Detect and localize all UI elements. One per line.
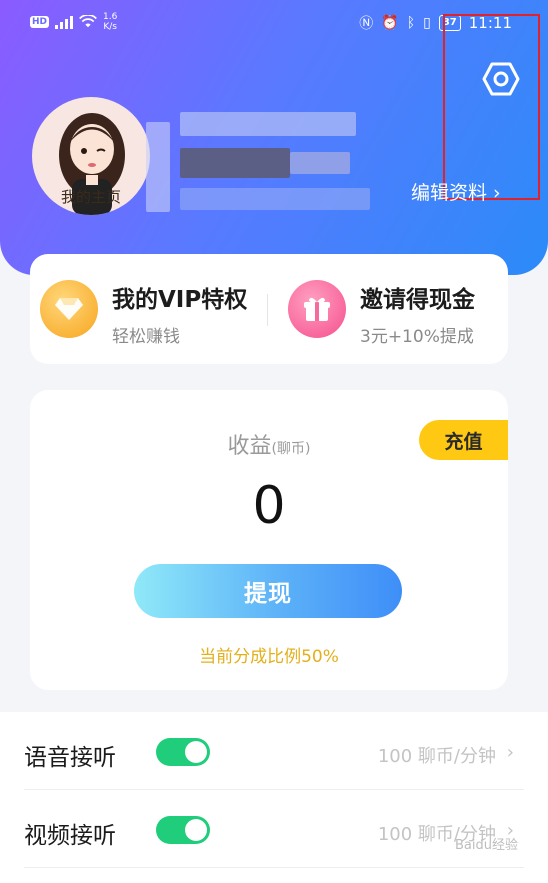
call-settings-list: 语音接听 100 聊币/分钟 › 视频接听 100 聊币/分钟 › bbox=[0, 712, 548, 883]
earnings-unit: (聊币) bbox=[271, 441, 311, 457]
vibrate-icon: ▯ bbox=[423, 15, 431, 31]
vip-subtitle: 轻松赚钱 bbox=[112, 327, 180, 347]
watermark: Baidu经验 bbox=[455, 838, 518, 853]
avatar-label: 我的主页 bbox=[60, 188, 121, 206]
benefits-card: 我的VIP特权 轻松赚钱 邀请得现金 3元+10%提成 bbox=[30, 254, 508, 364]
divider bbox=[267, 294, 268, 326]
invite-title: 邀请得现金 bbox=[360, 287, 475, 313]
wifi-icon bbox=[79, 15, 97, 28]
diamond-icon bbox=[40, 280, 98, 338]
video-answer-row: 视频接听 100 聊币/分钟 › bbox=[0, 790, 548, 868]
withdraw-button[interactable]: 提现 bbox=[134, 564, 402, 618]
video-answer-toggle[interactable] bbox=[156, 816, 210, 844]
avatar[interactable]: 我的主页 bbox=[32, 97, 150, 215]
signal-icon bbox=[55, 15, 74, 29]
gift-icon bbox=[288, 280, 346, 338]
bluetooth-icon: ᛒ bbox=[406, 15, 416, 31]
recharge-button[interactable]: 充值 bbox=[419, 420, 508, 460]
nfc-icon: Ⓝ bbox=[359, 16, 374, 32]
network-speed: 1.6 K/s bbox=[103, 12, 118, 32]
voice-price[interactable]: 100 聊币/分钟 bbox=[378, 742, 496, 768]
highlight-box bbox=[443, 14, 540, 200]
voice-answer-label: 语音接听 bbox=[24, 745, 116, 771]
earnings-value: 0 bbox=[252, 476, 286, 536]
voice-answer-toggle[interactable] bbox=[156, 738, 210, 766]
vip-privileges-item[interactable]: 我的VIP特权 轻松赚钱 bbox=[40, 280, 247, 347]
voice-answer-row: 语音接听 100 聊币/分钟 › bbox=[0, 712, 548, 790]
invite-subtitle: 3元+10%提成 bbox=[360, 327, 474, 347]
invite-cash-item[interactable]: 邀请得现金 3元+10%提成 bbox=[288, 280, 475, 347]
chevron-right-icon: › bbox=[506, 742, 514, 763]
share-ratio-text: 当前分成比例50% bbox=[199, 647, 339, 667]
hd-indicator: HD bbox=[30, 16, 50, 28]
edit-profile-link[interactable]: 编辑资料 › bbox=[411, 178, 501, 205]
video-answer-label: 视频接听 bbox=[24, 823, 116, 849]
vip-title: 我的VIP特权 bbox=[112, 287, 248, 313]
earnings-card: 收益(聊币) 充值 0 提现 当前分成比例50% bbox=[30, 390, 508, 690]
alarm-icon: ⏰ bbox=[381, 15, 399, 31]
